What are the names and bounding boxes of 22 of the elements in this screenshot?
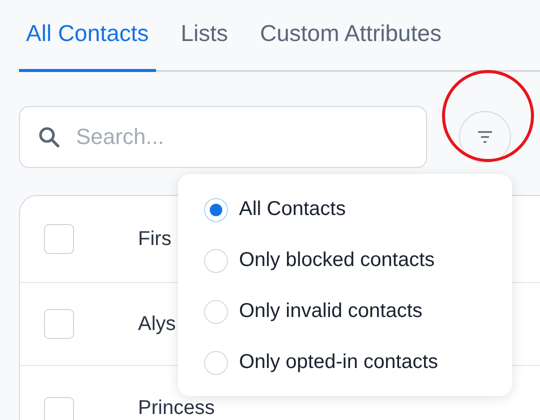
table-cell: Alys [138,312,176,336]
table-cell: Princess [138,397,215,419]
checkbox[interactable] [44,397,74,420]
option-label[interactable]: All Contacts [239,198,346,221]
radio-button[interactable] [204,350,228,374]
checkbox[interactable] [44,224,74,254]
filter-icon [477,130,493,144]
search-input[interactable]: Search... [74,123,378,151]
option-label[interactable]: Only blocked contacts [239,249,435,272]
checkbox[interactable] [44,309,74,339]
search-field[interactable]: Search... [19,106,427,168]
tab[interactable]: All Contacts [19,14,156,72]
option-label[interactable]: Only opted-in contacts [239,351,438,374]
radio-button[interactable] [204,300,228,324]
column-header: Firs [138,228,172,250]
search-icon [38,126,60,148]
tab[interactable]: Custom Attributes [253,14,449,72]
option-label[interactable]: Only invalid contacts [239,300,422,323]
filter-button[interactable] [459,111,511,163]
tab[interactable]: Lists [174,14,236,72]
radio-button[interactable] [204,198,228,222]
radio-button[interactable] [204,248,228,272]
